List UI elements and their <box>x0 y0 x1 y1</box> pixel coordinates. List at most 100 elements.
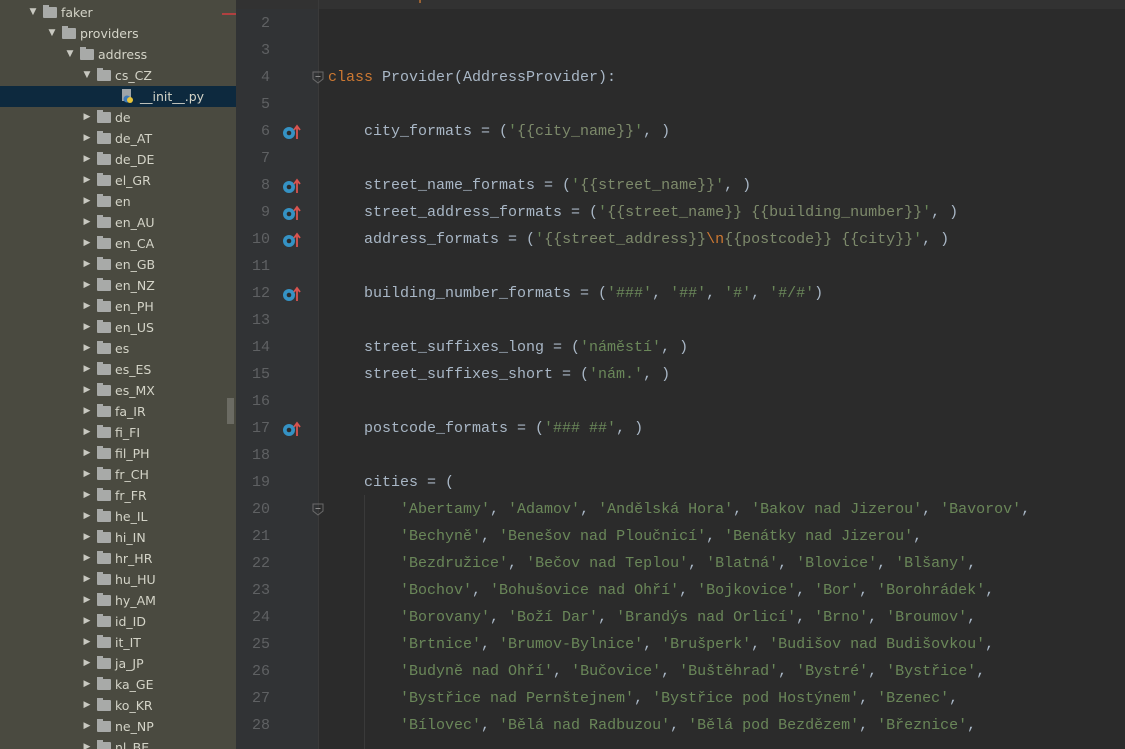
tree-item-it-IT[interactable]: ▶ it_IT <box>0 632 236 653</box>
chevron-right-icon[interactable]: ▶ <box>82 485 92 506</box>
tree-item-hy-AM[interactable]: ▶ hy_AM <box>0 590 236 611</box>
tree-item-de-DE[interactable]: ▶ de_DE <box>0 149 236 170</box>
string-token: 'Bystré' <box>796 663 869 680</box>
tree-item-ja-JP[interactable]: ▶ ja_JP <box>0 653 236 674</box>
chevron-down-icon[interactable]: ▼ <box>82 65 92 86</box>
string-token: 'Bílovec' <box>400 717 482 734</box>
chevron-right-icon[interactable]: ▶ <box>82 527 92 548</box>
tree-item-nl-BE[interactable]: ▶ nl_BE <box>0 737 236 749</box>
tree-item-de[interactable]: ▶ de <box>0 107 236 128</box>
tree-item-ka-GE[interactable]: ▶ ka_GE <box>0 674 236 695</box>
tree-item-fr-CH[interactable]: ▶ fr_CH <box>0 464 236 485</box>
chevron-right-icon[interactable]: ▶ <box>82 632 92 653</box>
fold-icon[interactable] <box>312 71 324 84</box>
fold-icon[interactable] <box>312 503 324 516</box>
chevron-right-icon[interactable]: ▶ <box>82 380 92 401</box>
tree-item-fr-FR[interactable]: ▶ fr_FR <box>0 485 236 506</box>
tree-item-ko-KR[interactable]: ▶ ko_KR <box>0 695 236 716</box>
tree-item-en-GB[interactable]: ▶ en_GB <box>0 254 236 275</box>
tree-item-label: fr_FR <box>115 488 147 503</box>
code-token: , <box>868 663 887 680</box>
tree-item-label: he_IL <box>115 509 148 524</box>
chevron-right-icon[interactable]: ▶ <box>82 149 92 170</box>
tree-item-address[interactable]: ▼ address <box>0 44 236 65</box>
tree-item-fil-PH[interactable]: ▶ fil_PH <box>0 443 236 464</box>
tree-item-id-ID[interactable]: ▶ id_ID <box>0 611 236 632</box>
chevron-right-icon[interactable]: ▶ <box>82 191 92 212</box>
tree-item-fa-IR[interactable]: ▶ fa_IR <box>0 401 236 422</box>
chevron-right-icon[interactable]: ▶ <box>82 506 92 527</box>
chevron-down-icon[interactable]: ▼ <box>47 23 57 44</box>
chevron-right-icon[interactable]: ▶ <box>82 569 92 590</box>
override-method-icon[interactable] <box>282 421 304 437</box>
chevron-right-icon[interactable]: ▶ <box>82 590 92 611</box>
tree-item-label: es <box>115 341 130 356</box>
string-token: 'Bezdružice' <box>400 555 509 572</box>
tree-item-hi-IN[interactable]: ▶ hi_IN <box>0 527 236 548</box>
folder-icon <box>97 131 111 144</box>
chevron-right-icon[interactable]: ▶ <box>82 296 92 317</box>
chevron-right-icon[interactable]: ▶ <box>82 254 92 275</box>
chevron-right-icon[interactable]: ▶ <box>82 737 92 749</box>
tree-item-en-PH[interactable]: ▶ en_PH <box>0 296 236 317</box>
tree-item-en-NZ[interactable]: ▶ en_NZ <box>0 275 236 296</box>
chevron-right-icon[interactable]: ▶ <box>82 548 92 569</box>
code-token: postcode_formats = ( <box>328 420 545 437</box>
chevron-right-icon[interactable]: ▶ <box>82 422 92 443</box>
string-token: '#' <box>724 285 752 302</box>
override-method-icon[interactable] <box>282 232 304 248</box>
chevron-right-icon[interactable]: ▶ <box>82 359 92 380</box>
tree-item-es[interactable]: ▶ es <box>0 338 236 359</box>
chevron-right-icon[interactable]: ▶ <box>82 695 92 716</box>
chevron-right-icon[interactable]: ▶ <box>82 653 92 674</box>
tree-item-de-AT[interactable]: ▶ de_AT <box>0 128 236 149</box>
chevron-right-icon[interactable]: ▶ <box>82 107 92 128</box>
override-method-icon[interactable] <box>282 286 304 302</box>
code-token: , <box>859 582 878 599</box>
string-token: 'Bělá nad Radbuzou' <box>499 717 671 734</box>
folder-icon <box>97 572 111 585</box>
chevron-right-icon[interactable]: ▶ <box>82 464 92 485</box>
tree-item-es-ES[interactable]: ▶ es_ES <box>0 359 236 380</box>
chevron-right-icon[interactable]: ▶ <box>82 212 92 233</box>
override-method-icon[interactable] <box>282 205 304 221</box>
chevron-right-icon[interactable]: ▶ <box>82 233 92 254</box>
chevron-right-icon[interactable]: ▶ <box>82 611 92 632</box>
chevron-right-icon[interactable]: ▶ <box>82 338 92 359</box>
string-token: 'Andělská Hora' <box>598 501 734 518</box>
tree-item-label: hy_AM <box>115 593 156 608</box>
chevron-right-icon[interactable]: ▶ <box>82 317 92 338</box>
tree-item-en-US[interactable]: ▶ en_US <box>0 317 236 338</box>
tree-item-init-py[interactable]: __init__.py <box>0 86 236 107</box>
line-number: 18 <box>251 447 270 464</box>
chevron-right-icon[interactable]: ▶ <box>82 716 92 737</box>
code-token: , <box>949 690 959 707</box>
chevron-down-icon[interactable]: ▼ <box>65 44 75 65</box>
tree-item-es-MX[interactable]: ▶ es_MX <box>0 380 236 401</box>
tree-item-hu-HU[interactable]: ▶ hu_HU <box>0 569 236 590</box>
tree-item-hr-HR[interactable]: ▶ hr_HR <box>0 548 236 569</box>
chevron-right-icon[interactable]: ▶ <box>82 170 92 191</box>
tree-item-cs-CZ[interactable]: ▼ cs_CZ <box>0 65 236 86</box>
chevron-right-icon[interactable]: ▶ <box>82 128 92 149</box>
sidebar-scrollbar[interactable] <box>227 398 234 424</box>
tree-item-en-AU[interactable]: ▶ en_AU <box>0 212 236 233</box>
chevron-right-icon[interactable]: ▶ <box>82 401 92 422</box>
code-token: , <box>733 501 752 518</box>
tree-item-en-CA[interactable]: ▶ en_CA <box>0 233 236 254</box>
chevron-down-icon[interactable]: ▼ <box>28 2 38 23</box>
tree-item-fi-FI[interactable]: ▶ fi_FI <box>0 422 236 443</box>
tree-item-label: fr_CH <box>115 467 149 482</box>
chevron-right-icon[interactable]: ▶ <box>82 275 92 296</box>
tree-item-en[interactable]: ▶ en <box>0 191 236 212</box>
tree-item-providers[interactable]: ▼ providers <box>0 23 236 44</box>
tree-item-el-GR[interactable]: ▶ el_GR <box>0 170 236 191</box>
tree-item-ne-NP[interactable]: ▶ ne_NP <box>0 716 236 737</box>
override-method-icon[interactable] <box>282 124 304 140</box>
string-token: 'Bojkovice' <box>697 582 797 599</box>
tree-item-he-IL[interactable]: ▶ he_IL <box>0 506 236 527</box>
chevron-right-icon[interactable]: ▶ <box>82 674 92 695</box>
chevron-right-icon[interactable]: ▶ <box>82 443 92 464</box>
override-method-icon[interactable] <box>282 178 304 194</box>
tree-item-faker[interactable]: ▼ faker <box>0 2 236 23</box>
